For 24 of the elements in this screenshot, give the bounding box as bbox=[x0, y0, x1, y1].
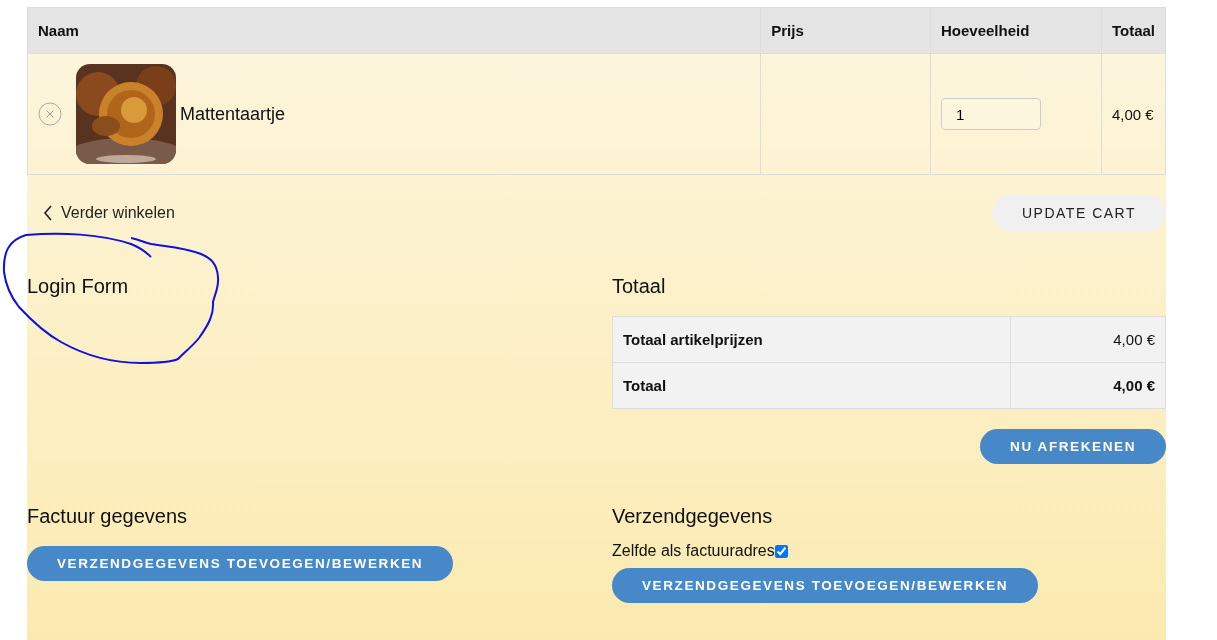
summary-label: Totaal bbox=[623, 377, 667, 394]
section-title: Login Form bbox=[27, 275, 130, 298]
column-header: Totaal bbox=[1101, 7, 1166, 54]
summary-value: 4,00 € bbox=[1113, 331, 1155, 348]
section-title: Factuur gegevens bbox=[27, 505, 189, 528]
edit-address-button[interactable]: VERZENDGEGEVENS TOEVOEGEN/BEWERKEN bbox=[27, 546, 454, 581]
edit-address-button[interactable]: VERZENDGEGEVENS TOEVOEGEN/BEWERKEN bbox=[612, 568, 1039, 603]
product-name[interactable]: Mattentaartje bbox=[180, 103, 286, 125]
checkbox-label: Zelfde als factuuradres bbox=[612, 542, 775, 560]
summary-value: 4,00 € bbox=[1113, 377, 1155, 394]
section-title: Totaal bbox=[612, 275, 667, 298]
continue-shopping-link[interactable]: Verder winkelen bbox=[43, 204, 175, 222]
column-header: Prijs bbox=[760, 7, 931, 54]
remove-icon[interactable] bbox=[38, 102, 62, 126]
checkout-button[interactable]: NU AFREKENEN bbox=[980, 429, 1166, 464]
section-title: Verzendgegevens bbox=[612, 505, 774, 528]
column-header: Naam bbox=[27, 7, 761, 54]
summary-label: Totaal artikelprijzen bbox=[623, 331, 763, 348]
total-cell: 4,00 € bbox=[1111, 105, 1154, 123]
quantity-field[interactable]: 1 bbox=[941, 98, 1041, 130]
same-address-checkbox[interactable] bbox=[774, 544, 788, 558]
update-cart-button[interactable]: UPDATE CART bbox=[992, 195, 1166, 231]
chevron-left-icon bbox=[43, 205, 53, 221]
column-header: Hoeveelheid bbox=[930, 7, 1102, 54]
